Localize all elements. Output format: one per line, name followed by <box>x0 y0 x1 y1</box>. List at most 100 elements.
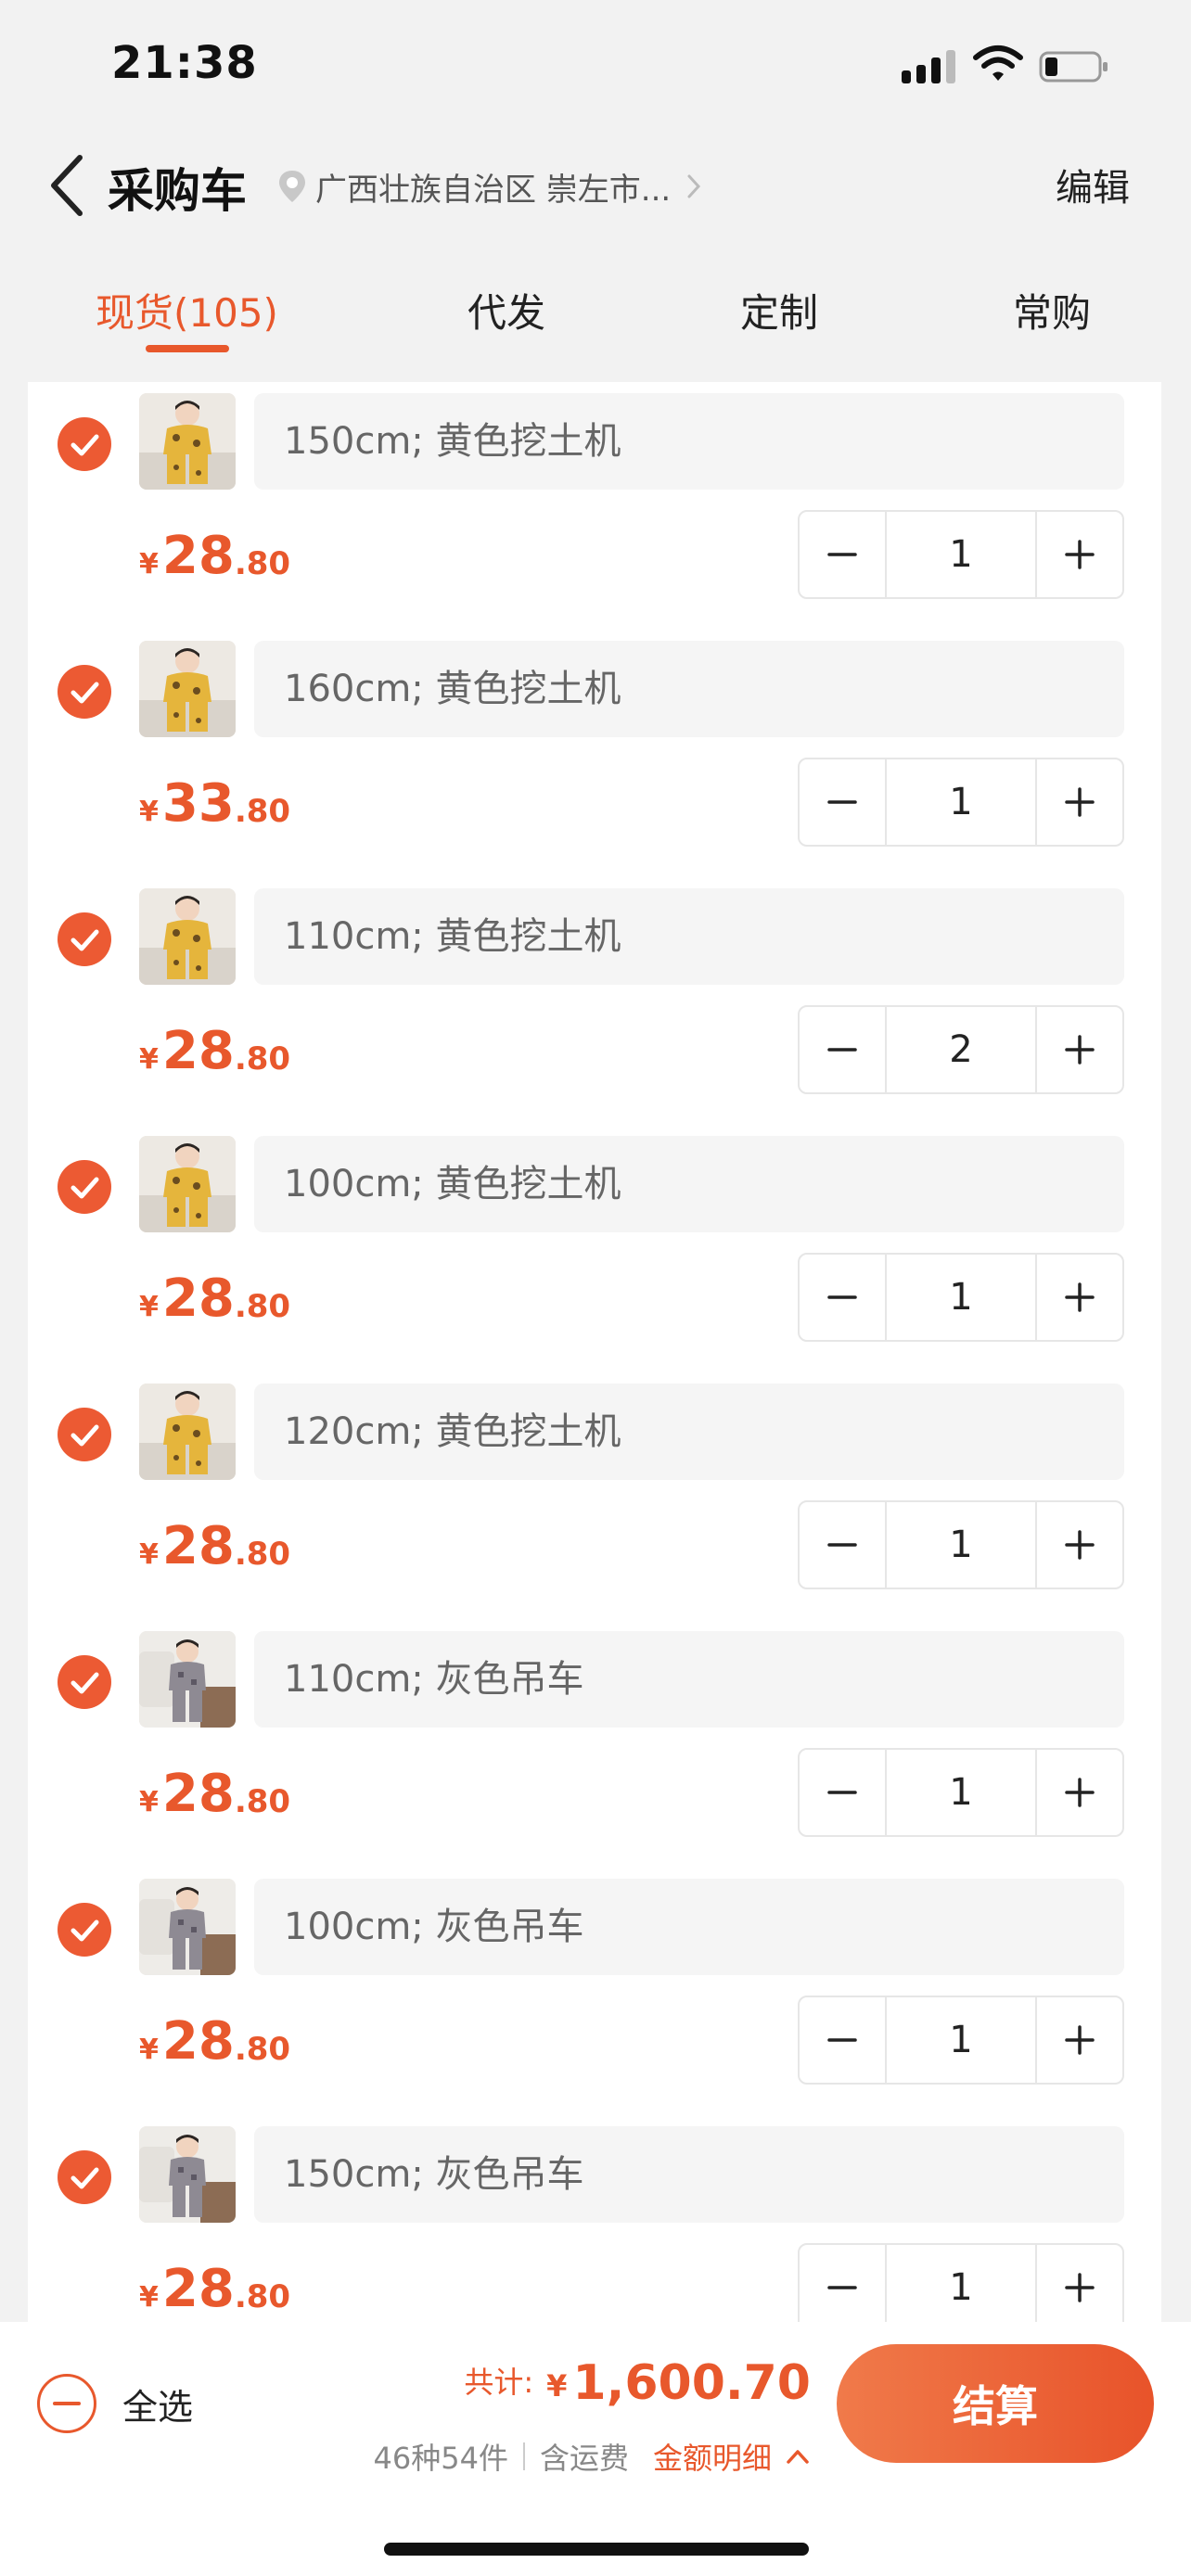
price-currency: ¥ <box>139 2034 159 2066</box>
spec-selector[interactable]: 120cm; 黄色挖土机 <box>254 1384 1124 1480</box>
product-thumbnail[interactable] <box>139 1136 236 1232</box>
shipping-note: 含运费 <box>539 2441 629 2476</box>
item-price: ¥28.80 <box>139 1750 290 1824</box>
price-decimal: .80 <box>234 1536 291 1573</box>
amount-detail-link[interactable]: 金额明细 <box>653 2435 772 2478</box>
quantity-stepper: 1 <box>798 2243 1124 2322</box>
spec-selector[interactable]: 160cm; 黄色挖土机 <box>254 641 1124 737</box>
divider <box>522 2442 525 2470</box>
spec-selector[interactable]: 100cm; 灰色吊车 <box>254 1879 1124 1975</box>
quantity-input[interactable]: 2 <box>885 1007 1037 1092</box>
chevron-right-icon <box>687 174 701 198</box>
cart-item: 100cm; 黄色挖土机 ¥28.80 1 <box>28 1125 1161 1372</box>
nav-bar: 采购车 广西壮族自治区 崇左市... 编辑 <box>0 130 1191 241</box>
price-integer: 28 <box>161 1516 235 1576</box>
minus-icon[interactable] <box>800 1997 885 2083</box>
plus-icon[interactable] <box>1037 759 1122 845</box>
plus-icon[interactable] <box>1037 2245 1122 2322</box>
check-icon[interactable] <box>58 1160 111 1214</box>
select-all[interactable]: 全选 <box>37 2374 193 2433</box>
price-integer: 28 <box>161 1269 235 1329</box>
minus-icon[interactable] <box>800 1007 885 1092</box>
cart-item: 110cm; 黄色挖土机 ¥28.80 2 <box>28 877 1161 1125</box>
check-icon[interactable] <box>58 417 111 471</box>
quantity-input[interactable]: 1 <box>885 759 1037 845</box>
check-icon[interactable] <box>58 2150 111 2204</box>
cart-item: 110cm; 灰色吊车 ¥28.80 1 <box>28 1620 1161 1868</box>
item-price: ¥28.80 <box>139 512 290 586</box>
price-decimal: .80 <box>234 1783 291 1820</box>
item-price: ¥28.80 <box>139 1255 290 1329</box>
back-icon[interactable] <box>45 152 91 219</box>
spec-selector[interactable]: 150cm; 灰色吊车 <box>254 2126 1124 2223</box>
product-thumbnail[interactable] <box>139 888 236 985</box>
quantity-input[interactable]: 1 <box>885 1997 1037 2083</box>
product-thumbnail[interactable] <box>139 1384 236 1480</box>
check-icon[interactable] <box>58 1655 111 1709</box>
spec-selector[interactable]: 150cm; 黄色挖土机 <box>254 393 1124 490</box>
wifi-icon <box>973 45 1023 81</box>
minus-icon[interactable] <box>800 512 885 597</box>
item-price: ¥28.80 <box>139 1007 290 1081</box>
plus-icon[interactable] <box>1037 1997 1122 2083</box>
quantity-stepper: 1 <box>798 758 1124 847</box>
price-decimal: .80 <box>234 1288 291 1325</box>
home-indicator <box>384 2543 809 2556</box>
check-icon[interactable] <box>58 1903 111 1957</box>
product-thumbnail[interactable] <box>139 1879 236 1975</box>
tab-in-stock[interactable]: 现货(105) <box>96 282 278 338</box>
minus-icon[interactable] <box>800 1255 885 1340</box>
price-integer: 28 <box>161 1021 235 1081</box>
location-text: 广西壮族自治区 崇左市... <box>315 171 672 209</box>
plus-icon[interactable] <box>1037 1007 1122 1092</box>
minus-icon[interactable] <box>800 2245 885 2322</box>
quantity-input[interactable]: 1 <box>885 1750 1037 1835</box>
quantity-stepper: 1 <box>798 1253 1124 1342</box>
quantity-stepper: 1 <box>798 1748 1124 1837</box>
price-currency: ¥ <box>139 1291 159 1323</box>
cart-list[interactable]: 150cm; 黄色挖土机 ¥28.80 1 160cm; 黄色挖土机 ¥33.80 1 11… <box>28 382 1161 2322</box>
item-price: ¥28.80 <box>139 1997 290 2072</box>
total-line: 共计: ¥ 1,600.70 <box>464 2355 811 2411</box>
select-all-toggle-icon[interactable] <box>37 2374 96 2433</box>
plus-icon[interactable] <box>1037 1255 1122 1340</box>
quantity-input[interactable]: 1 <box>885 1255 1037 1340</box>
minus-icon[interactable] <box>800 1750 885 1835</box>
price-decimal: .80 <box>234 793 291 830</box>
item-price: ¥33.80 <box>139 759 290 834</box>
tab-custom[interactable]: 定制 <box>740 282 818 338</box>
status-bar: 21:38 <box>0 0 1191 130</box>
check-icon[interactable] <box>58 665 111 719</box>
product-thumbnail[interactable] <box>139 2126 236 2223</box>
product-thumbnail[interactable] <box>139 393 236 490</box>
spec-selector[interactable]: 110cm; 黄色挖土机 <box>254 888 1124 985</box>
product-thumbnail[interactable] <box>139 641 236 737</box>
spec-selector[interactable]: 100cm; 黄色挖土机 <box>254 1136 1124 1232</box>
chevron-up-icon[interactable] <box>785 2447 811 2466</box>
quantity-stepper: 1 <box>798 510 1124 599</box>
quantity-input[interactable]: 1 <box>885 1502 1037 1588</box>
tab-frequent[interactable]: 常购 <box>1013 282 1091 338</box>
checkout-button[interactable]: 结算 <box>837 2344 1154 2463</box>
minus-icon[interactable] <box>800 1502 885 1588</box>
price-decimal: .80 <box>234 1040 291 1078</box>
spec-selector[interactable]: 110cm; 灰色吊车 <box>254 1631 1124 1728</box>
summary-line: 46种54件 含运费 金额明细 <box>374 2435 811 2478</box>
edit-button[interactable]: 编辑 <box>1056 158 1130 211</box>
plus-icon[interactable] <box>1037 512 1122 597</box>
price-currency: ¥ <box>139 2281 159 2314</box>
price-currency: ¥ <box>139 796 159 828</box>
location-selector[interactable]: 广西壮族自治区 崇左市... <box>276 163 704 210</box>
quantity-input[interactable]: 1 <box>885 512 1037 597</box>
plus-icon[interactable] <box>1037 1502 1122 1588</box>
tab-dropship[interactable]: 代发 <box>467 282 545 338</box>
total-label: 共计: <box>464 2365 534 2400</box>
check-icon[interactable] <box>58 912 111 966</box>
quantity-input[interactable]: 1 <box>885 2245 1037 2322</box>
minus-icon[interactable] <box>800 759 885 845</box>
product-thumbnail[interactable] <box>139 1631 236 1728</box>
price-currency: ¥ <box>139 548 159 580</box>
cart-item: 120cm; 黄色挖土机 ¥28.80 1 <box>28 1372 1161 1620</box>
plus-icon[interactable] <box>1037 1750 1122 1835</box>
check-icon[interactable] <box>58 1408 111 1461</box>
